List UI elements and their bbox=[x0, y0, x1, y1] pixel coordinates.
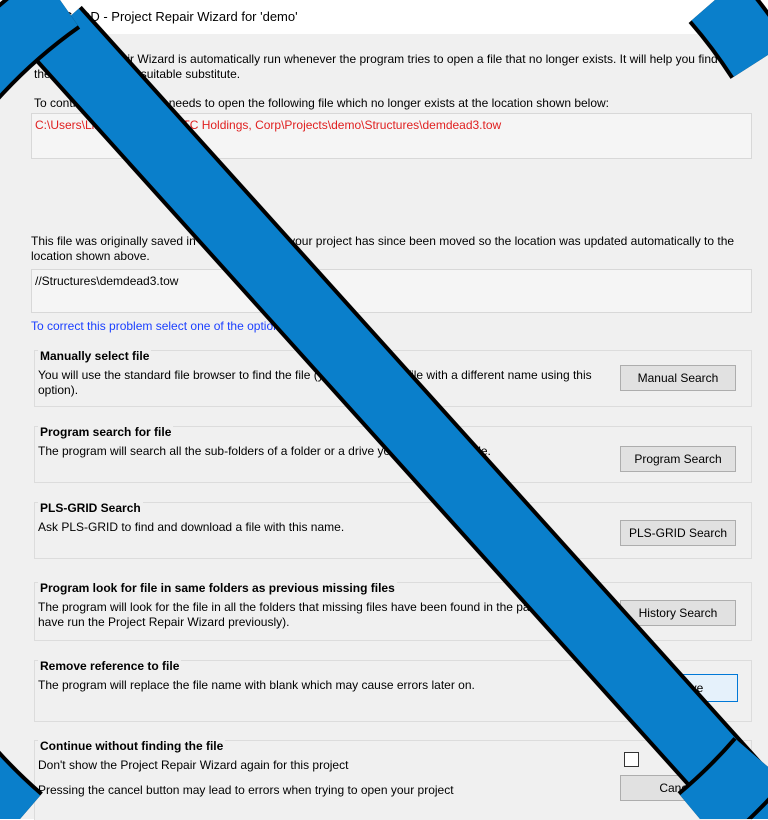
intro-text: The Project Repair Wizard is automatical… bbox=[34, 52, 718, 81]
remove-reference-text: The program will replace the file name w… bbox=[38, 678, 475, 692]
manual-select-title: Manually select file bbox=[38, 349, 152, 363]
originally-text: This file was originally saved in this l… bbox=[31, 234, 735, 263]
original-path-field: //Structures\demdead3.tow bbox=[31, 269, 752, 313]
history-search-text: The program will look for the file in al… bbox=[38, 600, 626, 629]
cancel-button[interactable]: Cancel bbox=[620, 775, 736, 801]
program-search-text: The program will search all the sub-fold… bbox=[38, 444, 491, 458]
manual-search-button[interactable]: Manual Search bbox=[620, 365, 736, 391]
original-path: //Structures\demdead3.tow bbox=[35, 274, 179, 288]
needs-file-text: To continue this program needs to open t… bbox=[34, 96, 610, 110]
title-bar: PLS-CADD - Project Repair Wizard for 'de… bbox=[0, 0, 768, 34]
missing-path: C:\Users\Linda\OneDrive - ITC Holdings, … bbox=[35, 118, 502, 132]
history-search-button[interactable]: History Search bbox=[620, 600, 736, 626]
window-title: PLS-CADD - Project Repair Wizard for 'de… bbox=[34, 9, 298, 24]
remove-reference-title: Remove reference to file bbox=[38, 659, 182, 673]
history-search-title: Program look for file in same folders as… bbox=[38, 581, 397, 595]
dont-show-checkbox[interactable] bbox=[624, 752, 639, 767]
program-search-title: Program search for file bbox=[38, 425, 174, 439]
pls-grid-search-button[interactable]: PLS-GRID Search bbox=[620, 520, 736, 546]
cancel-warning-text: Pressing the cancel button may lead to e… bbox=[38, 783, 454, 797]
missing-path-field: C:\Users\Linda\OneDrive - ITC Holdings, … bbox=[31, 113, 752, 159]
pls-grid-search-title: PLS-GRID Search bbox=[38, 501, 143, 515]
dont-show-label: Don't show the Project Repair Wizard aga… bbox=[38, 758, 349, 772]
manual-select-text: You will use the standard file browser t… bbox=[38, 368, 592, 397]
project-repair-wizard-dialog: PLS-CADD - Project Repair Wizard for 'de… bbox=[0, 0, 768, 820]
correct-problem-text: To correct this problem select one of th… bbox=[31, 319, 324, 333]
pls-grid-search-text: Ask PLS-GRID to find and download a file… bbox=[38, 520, 345, 534]
remove-button[interactable]: Remove bbox=[624, 674, 738, 702]
program-search-button[interactable]: Program Search bbox=[620, 446, 736, 472]
continue-title: Continue without finding the file bbox=[38, 739, 226, 753]
